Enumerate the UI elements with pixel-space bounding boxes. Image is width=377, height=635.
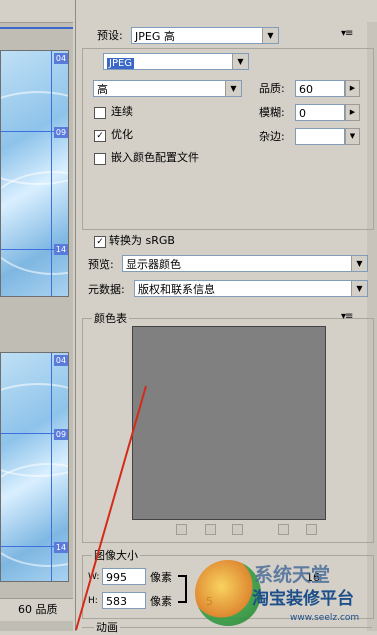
annotation-arrow-line (75, 385, 147, 631)
